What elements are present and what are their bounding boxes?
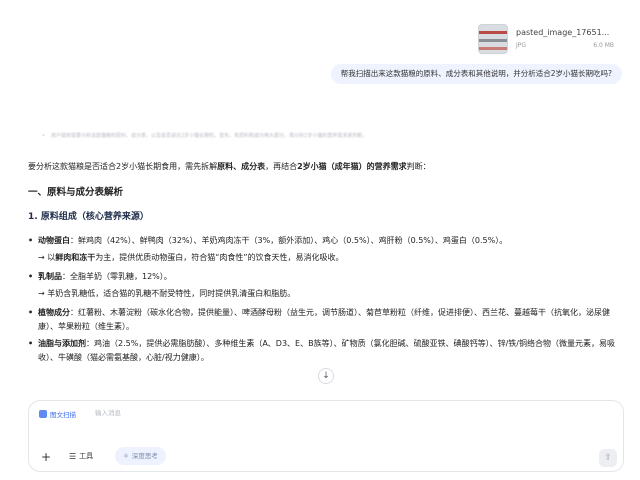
send-button[interactable]: ⇧ — [599, 449, 617, 467]
deep-think-button[interactable]: ⚛ 深度思考 — [115, 447, 166, 465]
scroll-down-button[interactable]: ↓ — [318, 368, 334, 384]
attachment-card[interactable]: pasted_image_17651... JPG 6.0 MB — [478, 22, 620, 56]
user-message: 帮我扫描出来这款猫粮的原料、成分表和其他说明，并分析适合2岁小猫长期吃吗? — [330, 64, 622, 84]
message-composer: 图文扫描 + ☰ 工具 ⚛ 深度思考 ⇧ — [28, 400, 624, 472]
tools-icon: ☰ — [69, 451, 77, 461]
subsection-heading: 1. 原料组成（核心营养来源） — [28, 212, 149, 222]
scan-icon — [39, 410, 47, 418]
mode-chip[interactable]: 图文扫描 — [39, 409, 76, 419]
mode-label: 图文扫描 — [50, 411, 76, 419]
tools-label: 工具 — [79, 452, 94, 460]
tools-button[interactable]: ☰ 工具 — [69, 451, 93, 461]
list-item-note: → 以鲜肉和冻干为主，提供优质动物蛋白，符合猫“肉食性”的饮食天性，易消化吸收。 — [38, 253, 344, 262]
send-icon: ⇧ — [604, 453, 612, 463]
list-item-animal-protein: 动物蛋白：鲜鸡肉（42%）、鲜鸭肉（32%）、羊奶鸡肉冻干（3%，额外添加）、鸡… — [28, 234, 618, 248]
thinking-summary[interactable]: 用户提到需要分析这款猫粮的原料、成分表，以及是否适合2岁小猫长期吃。首先，有原料… — [42, 132, 602, 139]
deep-think-label: 深度思考 — [131, 452, 158, 460]
answer-intro: 要分析这款猫粮是否适合2岁小猫长期食用，需先拆解原料、成分表，再结合2岁小猫（成… — [28, 162, 431, 171]
list-item-note: → 羊奶含乳糖低，适合猫的乳糖不耐受特性，同时提供乳清蛋白和脂肪。 — [38, 289, 296, 298]
attachment-size: 6.0 MB — [593, 42, 614, 49]
attachment-type: JPG — [516, 42, 527, 49]
attachment-meta: pasted_image_17651... JPG 6.0 MB — [516, 24, 620, 54]
plus-icon: + — [41, 450, 52, 464]
list-item-dairy: 乳制品：全脂羊奶（零乳糖，12%）。 — [28, 270, 618, 284]
image-thumbnail — [478, 24, 508, 54]
assistant-answer: 要分析这款猫粮是否适合2岁小猫长期食用，需先拆解原料、成分表，再结合2岁小猫（成… — [28, 160, 618, 368]
atom-icon: ⚛ — [123, 452, 129, 460]
add-attachment-button[interactable]: + — [41, 451, 51, 463]
list-item-plant: 植物成分：红薯粉、木薯淀粉（碳水化合物，提供能量）、啤酒酵母粉（益生元，调节肠道… — [28, 306, 618, 334]
section-heading: 一、原料与成分表解析 — [28, 187, 124, 198]
message-input[interactable] — [95, 407, 495, 419]
arrow-down-icon: ↓ — [322, 371, 330, 381]
attachment-name: pasted_image_17651... — [516, 28, 610, 37]
